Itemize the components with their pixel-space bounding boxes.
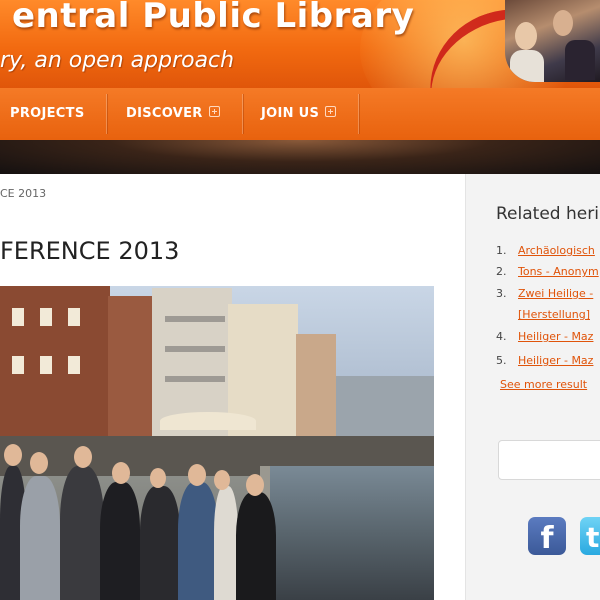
breadcrumb[interactable]: CE 2013 — [0, 187, 46, 200]
nav-divider — [106, 94, 107, 134]
sidebar: Related heri 1. Archäologisch 2. Tons - … — [465, 174, 600, 600]
facebook-glyph: f — [540, 521, 554, 556]
related-item-link[interactable]: Archäologisch — [518, 244, 595, 257]
nav-item-label: DISCOVER — [126, 106, 203, 121]
related-item-link[interactable]: Zwei Heilige - — [518, 287, 593, 300]
sidebar-title: Related heri — [496, 204, 599, 224]
main-nav: PROJECTS DISCOVER JOIN US — [0, 88, 600, 140]
related-item-link[interactable]: [Herstellung] — [518, 308, 590, 321]
list-item-number: 2. — [496, 265, 507, 278]
facebook-icon[interactable]: f — [528, 517, 566, 556]
related-item-link[interactable]: Tons - Anonym — [518, 265, 599, 278]
nav-item-projects[interactable]: PROJECTS — [10, 88, 84, 140]
list-item-number: 4. — [496, 330, 507, 343]
expand-icon[interactable] — [208, 106, 220, 117]
twitter-icon[interactable]: t — [580, 517, 600, 555]
nav-item-label: PROJECTS — [10, 106, 85, 121]
site-header: entral Public Library ry, an open approa… — [0, 0, 600, 88]
conference-group-photo — [0, 286, 434, 600]
site-title[interactable]: entral Public Library — [12, 0, 414, 36]
nav-item-label: JOIN US — [261, 106, 320, 121]
list-item-number: 3. — [496, 287, 507, 300]
main-content: CE 2013 FERENCE 2013 — [0, 174, 465, 600]
nav-divider — [242, 94, 243, 134]
page-title: FERENCE 2013 — [0, 237, 180, 265]
expand-icon[interactable] — [325, 106, 337, 117]
site-tagline: ry, an open approach — [0, 48, 235, 73]
search-input[interactable] — [498, 440, 600, 480]
header-photo — [505, 0, 600, 82]
related-item-link[interactable]: Heiliger - Maz — [518, 354, 593, 367]
nav-item-discover[interactable]: DISCOVER — [126, 88, 220, 140]
twitter-glyph: t — [586, 521, 600, 554]
list-item-number: 5. — [496, 354, 507, 367]
nav-divider — [358, 94, 359, 134]
see-more-results-link[interactable]: See more result — [500, 378, 587, 391]
list-item-number: 1. — [496, 244, 507, 257]
header-shadow-band — [0, 140, 600, 174]
related-item-link[interactable]: Heiliger - Maz — [518, 330, 593, 343]
nav-item-join-us[interactable]: JOIN US — [261, 88, 337, 140]
